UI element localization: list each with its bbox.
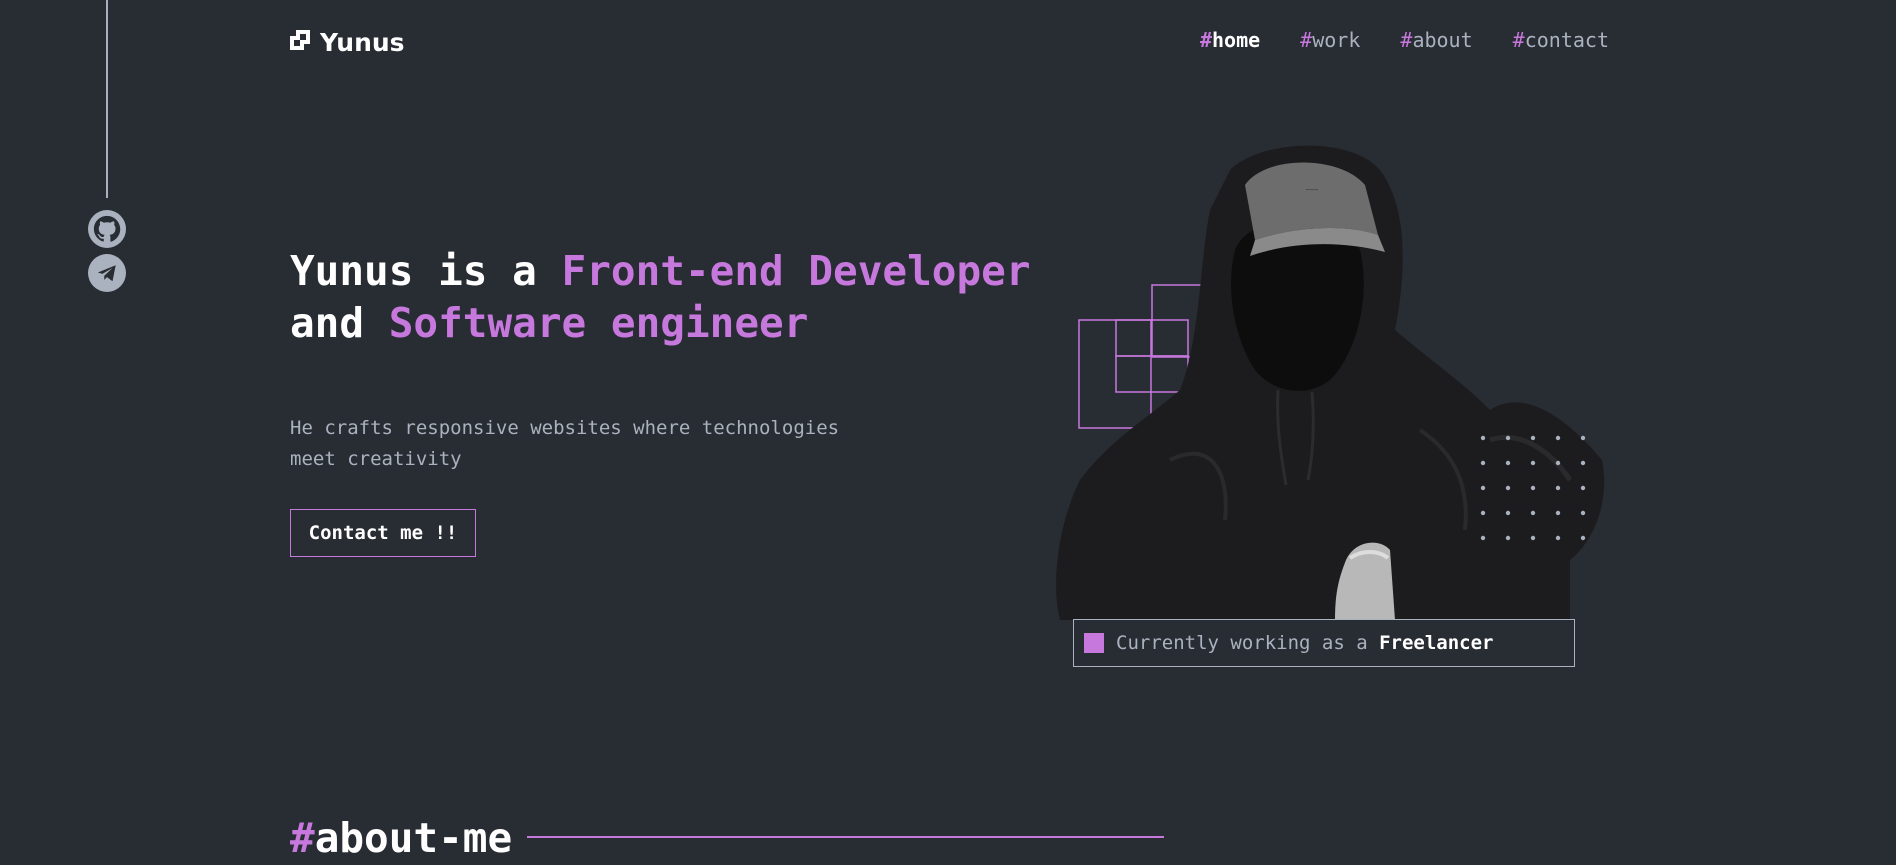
nav-hash: # (1199, 28, 1212, 52)
hero-title-highlight: Front-end Developer (561, 247, 1031, 295)
hero-description-line: He crafts responsive websites where tech… (290, 417, 840, 439)
about-title: about-me (314, 814, 513, 862)
brand-name: Yunus (320, 27, 405, 57)
status-text: Currently working as a Freelancer (1116, 632, 1494, 654)
status-indicator (1084, 633, 1104, 653)
about-hash: # (290, 814, 315, 862)
nav-hash: # (1400, 28, 1413, 52)
telegram-icon (96, 262, 118, 284)
contact-me-button[interactable]: Contact me !! (290, 509, 476, 557)
main-nav: #home #work #about #contact (1200, 28, 1609, 52)
nav-item-contact[interactable]: #contact (1513, 28, 1609, 52)
hero-description: He crafts responsive websites where tech… (290, 413, 910, 475)
nav-label: work (1312, 28, 1361, 52)
svg-text:~~~: ~~~ (1306, 186, 1319, 194)
status-badge: Currently working as a Freelancer (1073, 619, 1575, 667)
hero-title-text: Yunus is a (290, 247, 562, 295)
status-role: Freelancer (1379, 632, 1494, 654)
nav-label: contact (1524, 28, 1609, 52)
github-link[interactable] (88, 210, 126, 248)
nav-item-about[interactable]: #about (1400, 28, 1472, 52)
logo-icon (290, 30, 310, 54)
nav-item-work[interactable]: #work (1300, 28, 1360, 52)
page: Yunus #home #work #about #contact Yunus … (0, 0, 1896, 865)
side-divider-line (106, 0, 108, 198)
brand-logo[interactable]: Yunus (290, 26, 405, 58)
hero-title-highlight: Software engineer (388, 299, 809, 347)
hero-title-text: and (290, 299, 389, 347)
about-section-heading: #about-me (290, 812, 512, 864)
nav-label: about (1412, 28, 1473, 52)
status-prefix: Currently working as a (1116, 632, 1380, 654)
hero-description-line: meet creativity (290, 448, 462, 470)
decorative-dot-grid (1480, 435, 1586, 541)
nav-label: home (1212, 28, 1261, 52)
nav-item-home[interactable]: #home (1200, 28, 1260, 52)
telegram-link[interactable] (88, 254, 126, 292)
portrait-image: ~~~ (1056, 145, 1605, 620)
nav-hash: # (1300, 28, 1313, 52)
about-divider-line (527, 836, 1164, 838)
github-icon (92, 214, 122, 244)
hero-title: Yunus is a Front-end Developer and Softw… (290, 245, 1050, 349)
nav-hash: # (1512, 28, 1525, 52)
